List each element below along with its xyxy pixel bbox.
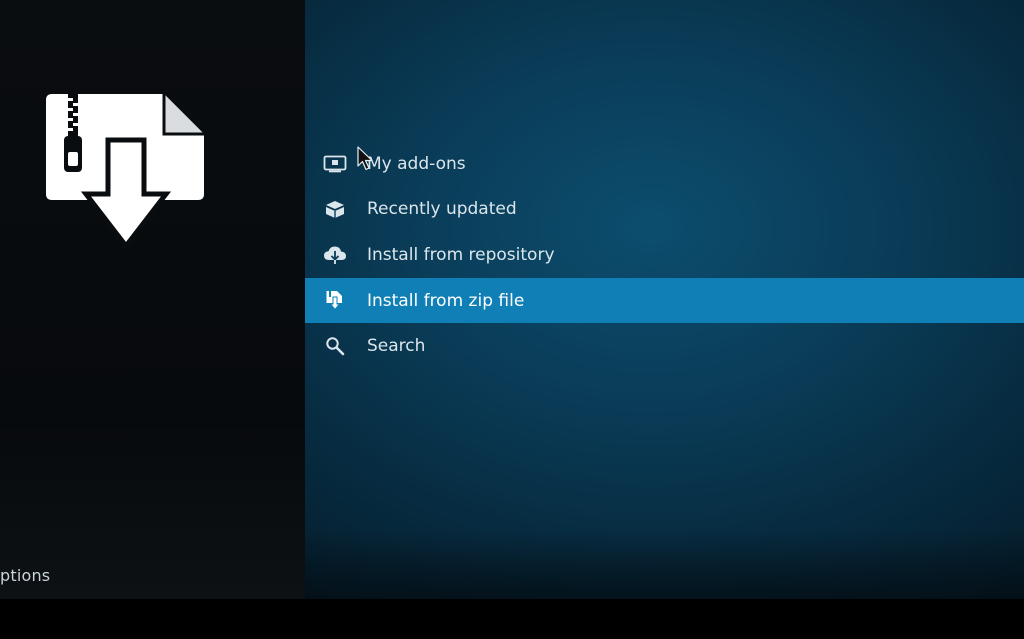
- menu-item-label: Search: [367, 336, 426, 357]
- kodi-add-ons-screen: ptions My add-ons Recently updated Insta…: [0, 0, 1024, 599]
- menu-item-label: My add-ons: [367, 153, 466, 174]
- menu-item-label: Install from zip file: [367, 290, 525, 311]
- options-label[interactable]: ptions: [0, 566, 50, 585]
- menu-item-label: Recently updated: [367, 199, 517, 220]
- zip-install-icon: [323, 289, 347, 313]
- add-ons-menu: My add-ons Recently updated Install from…: [305, 141, 1024, 369]
- zip-file-download-icon: [46, 94, 206, 251]
- menu-item-install-from-repository[interactable]: Install from repository: [305, 232, 1024, 278]
- cloud-download-icon: [323, 243, 347, 267]
- bottom-bar: [0, 599, 1024, 639]
- search-icon: [323, 334, 347, 358]
- sidebar-panel: ptions: [0, 0, 305, 599]
- mouse-pointer-icon: [357, 146, 375, 172]
- menu-item-search[interactable]: Search: [305, 323, 1024, 369]
- open-box-icon: [323, 197, 347, 221]
- menu-item-my-add-ons[interactable]: My add-ons: [305, 141, 1024, 187]
- menu-item-install-from-zip-file[interactable]: Install from zip file: [305, 277, 1024, 324]
- menu-item-label: Install from repository: [367, 244, 555, 265]
- monitor-icon: [323, 152, 347, 176]
- menu-item-recently-updated[interactable]: Recently updated: [305, 187, 1024, 233]
